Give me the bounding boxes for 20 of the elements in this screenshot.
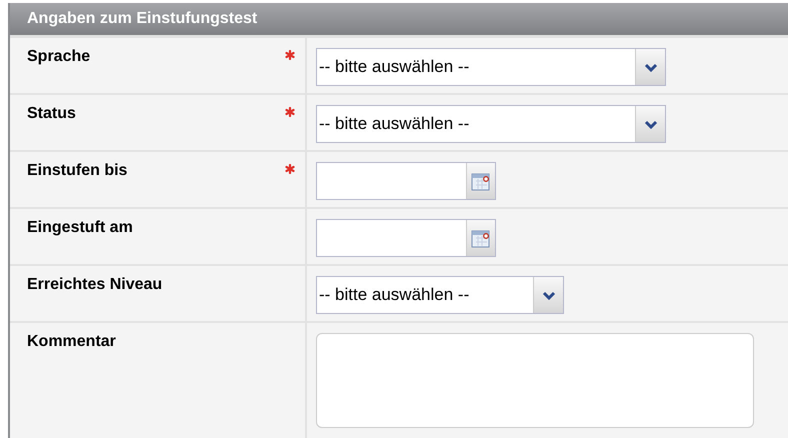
chevron-down-icon — [644, 62, 658, 72]
field-label: Eingestuft am — [27, 219, 133, 238]
comment-field[interactable] — [316, 333, 754, 428]
dropdown[interactable]: -- bitte auswählen -- — [316, 276, 564, 314]
field-label: Kommentar — [27, 333, 116, 352]
date-field[interactable] — [316, 219, 496, 257]
panel-header: Angaben zum Einstufungstest — [10, 3, 788, 38]
calendar-icon — [471, 228, 491, 248]
calendar-icon — [471, 172, 491, 190]
calendar-button[interactable] — [466, 163, 495, 199]
date-field[interactable] — [316, 162, 496, 200]
chevron-down-icon — [644, 120, 658, 128]
chevron-down-icon — [542, 290, 556, 300]
dropdown[interactable]: -- bitte auswählen -- — [316, 48, 666, 86]
field-label: Status — [27, 105, 76, 124]
field-label: Sprache — [27, 48, 90, 67]
dropdown[interactable]: -- bitte auswählen -- — [316, 105, 666, 143]
calendar-button[interactable] — [466, 220, 495, 256]
field-label: Erreichtes Niveau — [27, 276, 162, 295]
field-label: Einstufen bis — [27, 162, 128, 181]
